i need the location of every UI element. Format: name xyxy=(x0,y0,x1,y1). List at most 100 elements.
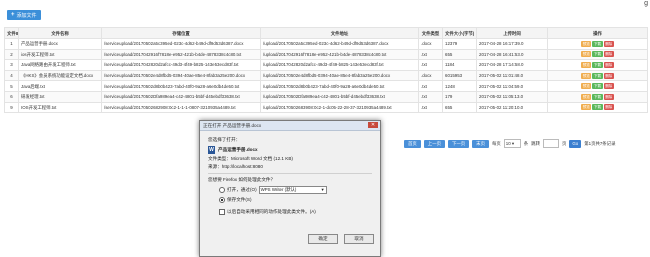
table-row: 1 产品运营手册.docx/serviceupload/20170502a5c39… xyxy=(4,38,648,50)
page-unit: 页 xyxy=(561,140,567,146)
next-page-button[interactable]: 下一页 xyxy=(447,139,470,148)
delete-button[interactable]: 删除 xyxy=(603,104,614,111)
cell-type: .txt xyxy=(418,90,443,103)
cell-file-name: IOS开发工程师.txt xyxy=(18,101,102,114)
cell-file-name: 产品运营手册.docx xyxy=(18,38,102,50)
cell-file-name: Java后端.txt xyxy=(18,80,102,92)
per-page-select[interactable]: 10 ▾ xyxy=(503,139,521,148)
dialog-filename: 产品运营手册.docx xyxy=(218,147,258,152)
add-file-button[interactable]: + 添加文件 xyxy=(7,10,41,20)
open-with-radio[interactable] xyxy=(219,187,225,193)
cell-file-id: 2 xyxy=(4,48,19,61)
delete-button[interactable]: 删除 xyxy=(603,51,614,58)
delete-button[interactable]: 删除 xyxy=(603,83,614,90)
jump-label: 跳转 xyxy=(531,140,540,146)
remember-checkbox[interactable] xyxy=(219,209,225,215)
word-document-icon: W xyxy=(208,146,215,154)
cell-time: 2017-05-02 11:05:13.0 xyxy=(476,90,548,103)
cell-url: /upload/20170502d8b0b423-7abd-40f0-9a28-… xyxy=(260,80,419,92)
open-with-label: 打开，通过(O) xyxy=(227,187,257,192)
preview-button[interactable]: 预览 xyxy=(581,83,592,90)
delete-button[interactable]: 删除 xyxy=(603,40,614,47)
page-jump-input[interactable] xyxy=(542,139,559,148)
download-button[interactable]: 下载 xyxy=(592,83,603,90)
delete-button[interactable]: 删除 xyxy=(603,93,614,100)
preview-button[interactable]: 预览 xyxy=(581,61,592,68)
per-page-label: 每页 xyxy=(491,140,501,146)
ok-button[interactable]: 确定 xyxy=(308,234,338,244)
cell-location: /serviceupload/2017042916f7818e-e952-421… xyxy=(101,48,261,61)
download-button[interactable]: 下载 xyxy=(592,40,603,47)
go-button[interactable]: Go xyxy=(569,139,582,148)
download-button[interactable]: 下载 xyxy=(592,61,603,68)
cell-size: 1184 xyxy=(442,59,477,71)
cell-time: 2017-05-02 11:04:59.0 xyxy=(476,80,548,92)
cell-location: /serviceupload/20170502682908:0c2-1-1-1-… xyxy=(101,101,261,114)
cell-type: .txt xyxy=(418,48,443,61)
table-row: 5 Java后端.txt/serviceupload/20170502d8b0b4… xyxy=(4,80,648,92)
cell-file-name: ios开发工程师.txt xyxy=(18,48,102,61)
cell-type: .docx xyxy=(418,38,443,50)
cell-location: /serviceupload/20170502a5c395ed-023c-4d6… xyxy=(101,38,261,50)
header-actions: 操作 xyxy=(547,27,648,39)
cell-type: .txt xyxy=(418,59,443,71)
cell-size: 179 xyxy=(442,90,477,103)
header-file-id: 文件ID xyxy=(4,27,19,39)
prev-page-button[interactable]: 上一页 xyxy=(423,139,445,148)
header-file-name: 文件名称 xyxy=(18,27,102,39)
cell-file-id: 6 xyxy=(4,90,19,103)
cell-location: /serviceupload/20170502Dfa989ea4-c42-480… xyxy=(101,90,261,103)
table-row: 2 ios开发工程师.txt/serviceupload/2017042916f7… xyxy=(4,48,648,61)
cell-location: /serviceupload/20170502d8b0b423-7abd-40f… xyxy=(101,80,261,92)
cell-url: /upload/20170502e4d8fbd5-0394-40ae-85e4-… xyxy=(260,69,419,82)
cell-size: 655 xyxy=(442,48,477,61)
preview-button[interactable]: 预览 xyxy=(581,93,592,100)
divider xyxy=(208,173,372,174)
chevron-down-icon: ▼ xyxy=(320,187,325,192)
dialog-intro: 您选择了打开： xyxy=(208,137,241,142)
preview-button[interactable]: 预览 xyxy=(581,72,592,79)
save-file-radio[interactable] xyxy=(219,197,225,203)
download-button[interactable]: 下载 xyxy=(592,104,603,111)
cancel-button[interactable]: 取消 xyxy=(344,234,374,244)
cell-file-id: 4 xyxy=(4,69,19,82)
cell-actions: 预览 下载 删除 xyxy=(547,59,648,71)
download-button[interactable]: 下载 xyxy=(592,51,603,58)
dialog-file-type: 文件类型：Microsoft Word 文档 (12.1 KB) xyxy=(208,156,293,161)
cell-time: 2017-05-02 11:20:10.0 xyxy=(476,101,548,114)
cell-size: 655 xyxy=(442,101,477,114)
header-time: 上传时间 xyxy=(476,27,548,39)
first-page-button[interactable]: 首页 xyxy=(404,139,421,148)
preview-button[interactable]: 预览 xyxy=(581,51,592,58)
cell-size: 1248 xyxy=(442,80,477,92)
last-page-button[interactable]: 末页 xyxy=(472,139,489,148)
preview-button[interactable]: 预览 xyxy=(581,40,592,47)
cell-time: 2017-04-28 17:14:58.0 xyxy=(476,59,548,71)
cell-type: .txt xyxy=(418,80,443,92)
download-button[interactable]: 下载 xyxy=(592,93,603,100)
page-summary: 第1页共7条记录 xyxy=(584,140,616,146)
header-type: 文件类型 xyxy=(418,27,443,39)
cell-actions: 预览 下载 删除 xyxy=(547,69,648,82)
cell-actions: 预览 下载 删除 xyxy=(547,101,648,114)
per-page-unit: 条 xyxy=(523,140,529,146)
header-location: 存储位置 xyxy=(101,27,261,39)
close-icon[interactable]: ✕ xyxy=(368,122,378,128)
cell-file-id: 9 xyxy=(4,101,19,114)
download-button[interactable]: 下载 xyxy=(592,72,603,79)
remember-label: 以后自动采用相同的动作处理此类文件。(A) xyxy=(227,209,316,214)
dialog-question: 您想要 Firefox 如何处理此文件？ xyxy=(208,177,276,182)
table-header-row: 文件ID 文件名称 存储位置 文件地址 文件类型 文件大小(字节) 上传时间 操… xyxy=(4,27,648,39)
cell-file-name: 研发经理.txt xyxy=(18,90,102,103)
open-file-dialog: 正在打开 产品运营手册.docx ✕ 您选择了打开： W 产品运营手册.docx… xyxy=(199,120,381,257)
delete-button[interactable]: 删除 xyxy=(603,61,614,68)
cell-url: /upload/20170502683908:0c2-1-dc05-22-28-… xyxy=(260,101,419,114)
cell-url: /upload/20170502a5c395ed-023c-4d62-b49d-… xyxy=(260,38,419,50)
preview-button[interactable]: 预览 xyxy=(581,104,592,111)
cell-url: /upload/2017042820d2afcc-49d3-4f49-b825-… xyxy=(260,59,419,71)
cell-actions: 预览 下载 删除 xyxy=(547,90,648,103)
add-file-label: 添加文件 xyxy=(16,12,37,19)
cell-file-id: 3 xyxy=(4,59,19,71)
delete-button[interactable]: 删除 xyxy=(603,72,614,79)
app-select[interactable]: WPS Writer (默认) ▼ xyxy=(258,186,327,194)
